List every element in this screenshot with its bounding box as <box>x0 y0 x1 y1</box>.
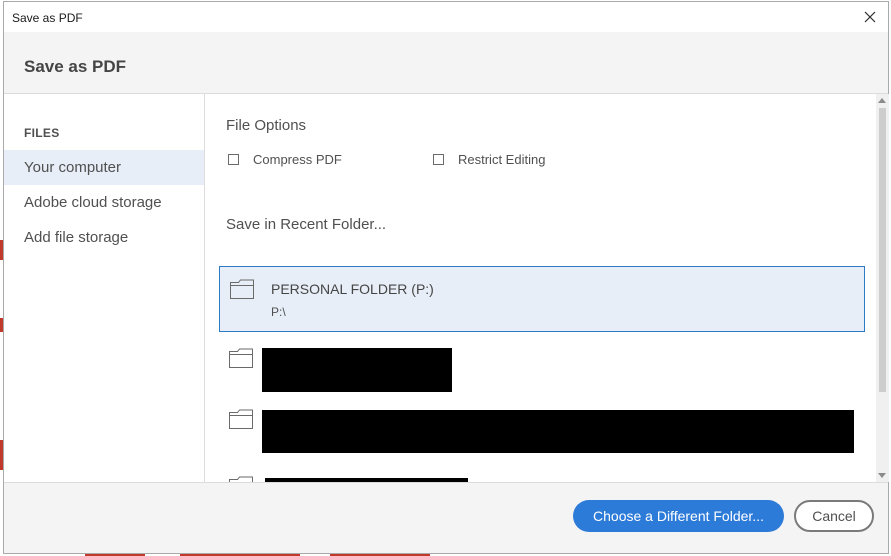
sidebar-item-add-file-storage[interactable]: Add file storage <box>4 220 204 255</box>
restrict-editing-label: Restrict Editing <box>458 152 546 167</box>
choose-different-folder-button[interactable]: Choose a Different Folder... <box>573 500 784 532</box>
scroll-down-icon[interactable] <box>878 473 886 478</box>
close-icon <box>864 11 876 23</box>
sidebar: FILES Your computer Adobe cloud storage … <box>4 94 205 482</box>
window-title: Save as PDF <box>12 11 83 25</box>
folder-path: P:\ <box>271 305 286 319</box>
folder-icon <box>229 348 253 368</box>
title-bar[interactable]: Save as PDF <box>4 2 888 32</box>
sidebar-item-label: Your computer <box>24 159 122 176</box>
scroll-thumb[interactable] <box>879 108 886 392</box>
sidebar-item-label: Add file storage <box>24 229 129 246</box>
folder-icon <box>230 279 254 299</box>
compress-pdf-checkbox[interactable]: Compress PDF <box>228 152 342 167</box>
dialog-footer: Choose a Different Folder... Cancel <box>4 482 888 553</box>
recent-folder-title: Save in Recent Folder... <box>226 216 387 233</box>
recent-folder-redacted[interactable] <box>219 397 865 463</box>
checkbox-box[interactable] <box>433 154 444 165</box>
save-as-pdf-dialog: Save as PDF Save as PDF FILES Your compu… <box>3 1 889 554</box>
file-options-title: File Options <box>226 117 307 134</box>
sidebar-item-adobe-cloud-storage[interactable]: Adobe cloud storage <box>4 185 204 220</box>
redacted-block <box>262 410 854 453</box>
recent-folder-redacted[interactable] <box>219 336 865 402</box>
dialog-title: Save as PDF <box>24 57 127 76</box>
cancel-button[interactable]: Cancel <box>794 500 874 532</box>
close-button[interactable] <box>856 4 884 30</box>
sidebar-item-label: Adobe cloud storage <box>24 194 162 211</box>
dialog-header: Save as PDF <box>4 32 888 94</box>
scroll-up-icon[interactable] <box>878 98 886 103</box>
redacted-block <box>262 348 452 392</box>
folder-icon <box>229 409 253 429</box>
vertical-scrollbar[interactable] <box>876 94 889 482</box>
main-panel: File Options Compress PDF Restrict Editi… <box>205 94 876 482</box>
restrict-editing-checkbox[interactable]: Restrict Editing <box>433 152 545 167</box>
sidebar-item-your-computer[interactable]: Your computer <box>4 150 204 185</box>
compress-pdf-label: Compress PDF <box>253 152 342 167</box>
checkbox-box[interactable] <box>228 154 239 165</box>
recent-folder-redacted[interactable] <box>219 464 865 482</box>
sidebar-heading: FILES <box>24 126 60 140</box>
recent-folder-personal[interactable]: PERSONAL FOLDER (P:) P:\ <box>219 266 865 332</box>
folder-name: PERSONAL FOLDER (P:) <box>271 281 434 297</box>
